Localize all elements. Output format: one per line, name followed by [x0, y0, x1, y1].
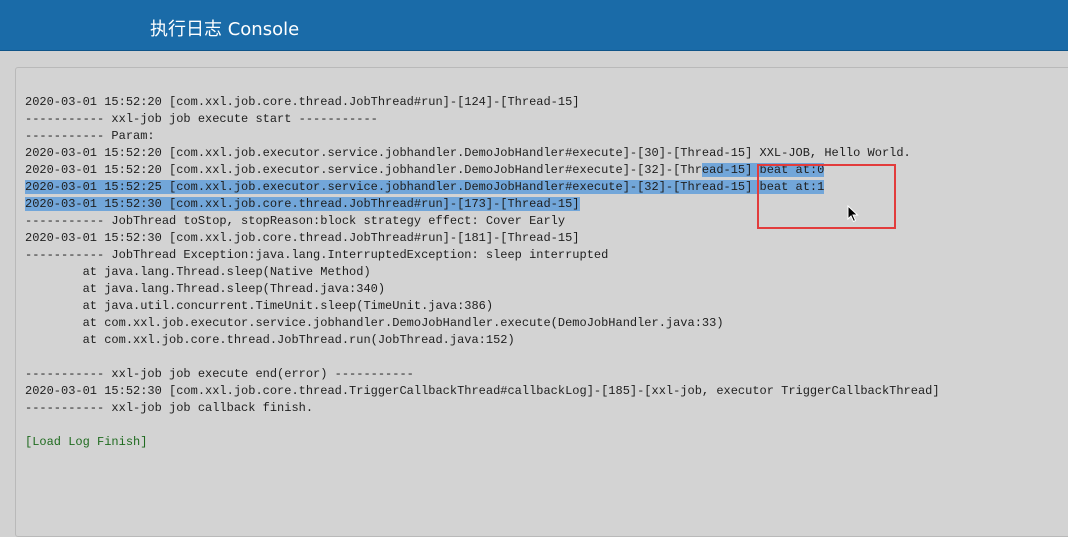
log-line: ----------- Param:	[25, 129, 155, 143]
page-title: 执行日志 Console	[150, 19, 300, 40]
log-line: 2020-03-01 15:52:30 [com.xxl.job.core.th…	[25, 231, 580, 245]
annotation-highlight-box	[757, 164, 896, 229]
log-line: at java.util.concurrent.TimeUnit.sleep(T…	[25, 299, 494, 313]
mouse-pointer-icon	[847, 205, 859, 223]
log-output[interactable]: 2020-03-01 15:52:20 [com.xxl.job.core.th…	[25, 94, 940, 451]
log-line: at java.lang.Thread.sleep(Native Method)	[25, 265, 371, 279]
log-line: at com.xxl.job.executor.service.jobhandl…	[25, 316, 724, 330]
load-log-finish: [Load Log Finish]	[25, 435, 148, 449]
log-line: ----------- xxl-job job callback finish.	[25, 401, 314, 415]
log-line: ----------- JobThread Exception:java.lan…	[25, 248, 609, 262]
log-line: ----------- xxl-job job execute end(erro…	[25, 367, 414, 381]
log-line: 2020-03-01 15:52:20 [com.xxl.job.core.th…	[25, 95, 580, 109]
log-line-selected-part: 2020-03-01 15:52:25 [com.xxl.job.executo…	[25, 180, 825, 194]
log-line: at java.lang.Thread.sleep(Thread.java:34…	[25, 282, 386, 296]
log-line-blank	[25, 349, 940, 366]
log-line: 2020-03-01 15:52:20 [com.xxl.job.executo…	[25, 146, 911, 160]
log-line: at com.xxl.job.core.thread.JobThread.run…	[25, 333, 515, 347]
log-line-blank	[25, 417, 940, 434]
log-line-selected-part: 2020-03-01 15:52:30 [com.xxl.job.core.th…	[25, 197, 580, 211]
log-line: 2020-03-01 15:52:30 [com.xxl.job.core.th…	[25, 384, 940, 398]
log-line-unselected-part: 2020-03-01 15:52:20 [com.xxl.job.executo…	[25, 163, 702, 177]
log-line: ----------- xxl-job job execute start --…	[25, 112, 378, 126]
console-header: 执行日志 Console	[0, 0, 1068, 51]
